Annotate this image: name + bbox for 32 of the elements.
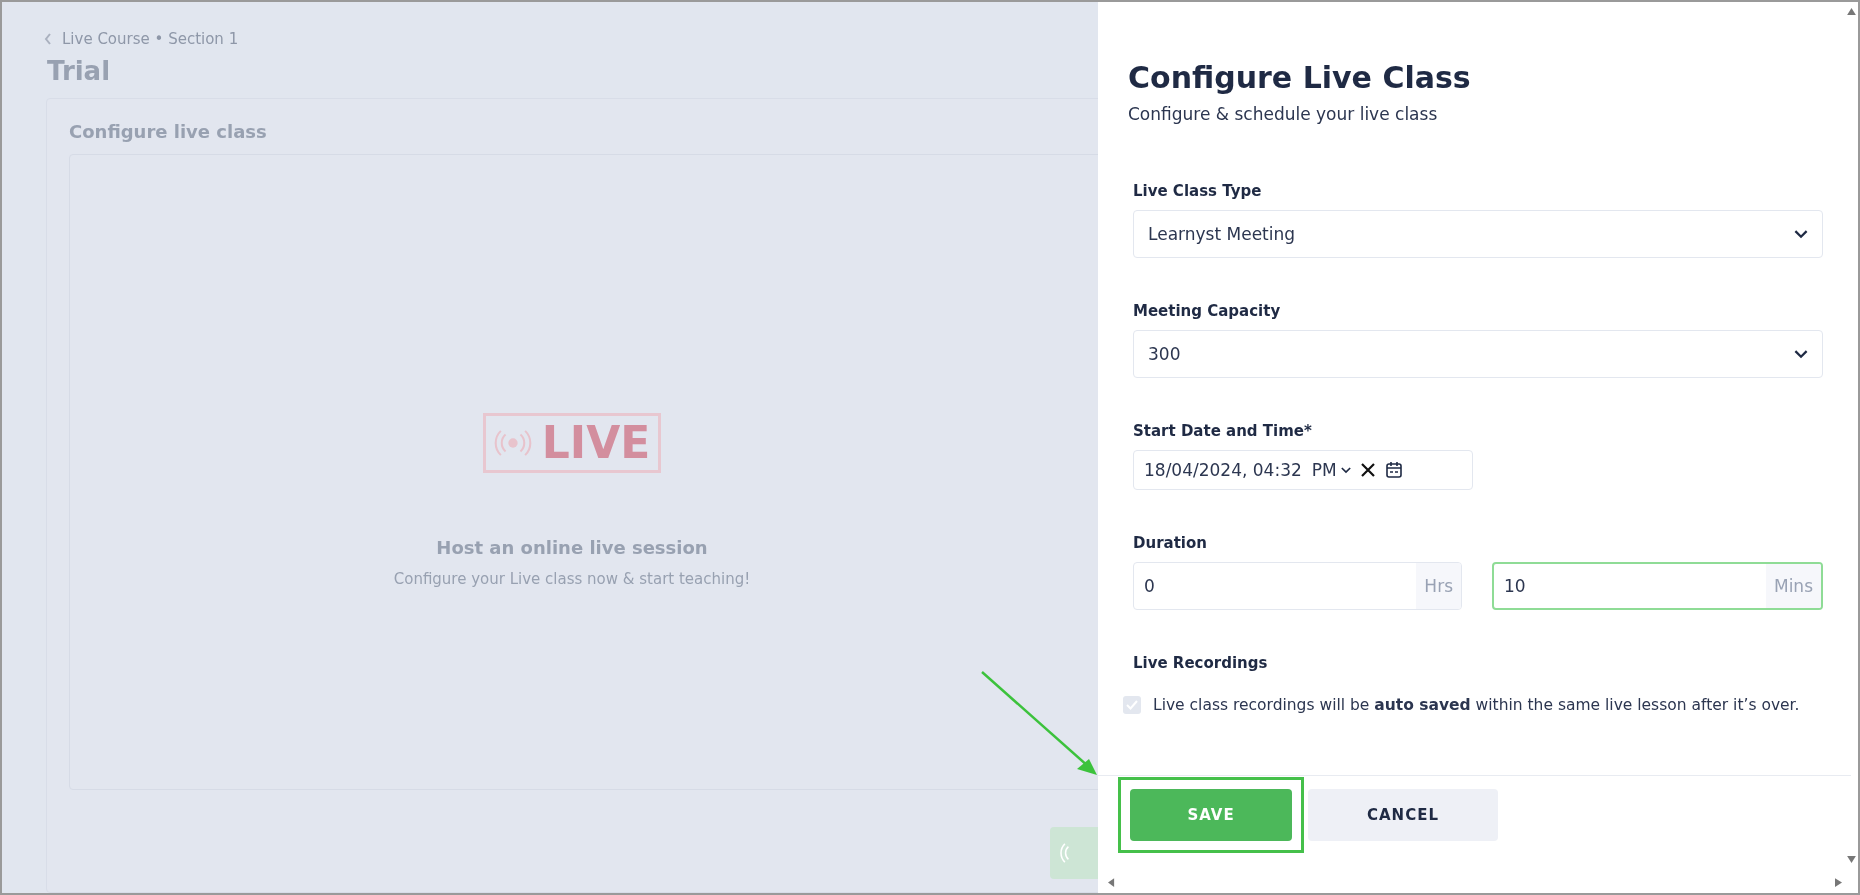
select-field[interactable]: 300 (1133, 330, 1823, 378)
live-badge: LIVE (482, 413, 662, 473)
field-label: Meeting Capacity (1133, 302, 1282, 320)
cancel-button[interactable]: CANCEL (1308, 789, 1498, 841)
drawer-subtitle: Configure & schedule your live class (1128, 104, 1439, 124)
field-label: Live Recordings (1133, 654, 1269, 672)
scroll-left-icon[interactable] (1108, 877, 1115, 887)
chevron-down-icon (1340, 466, 1351, 474)
datetime-field[interactable]: 18/04/2024, 04:32 PM (1133, 450, 1473, 490)
field-label: Live Class Type (1133, 182, 1263, 200)
checkbox-text: Live class recordings will be auto saved within the same live lesson after it’s over. (1153, 696, 1800, 714)
card-title: Configure live class (69, 121, 268, 142)
unit-label: Mins (1765, 564, 1821, 608)
empty-state-heading: Host an online live session (436, 537, 708, 558)
field-label: Start Date and Time* (1133, 422, 1313, 440)
chevron-down-icon (1794, 349, 1808, 359)
empty-state-text: Configure your Live class now & start teaching! (393, 570, 751, 588)
select-field[interactable]: Learnyst Meeting (1133, 210, 1823, 258)
page-title: Trial (47, 56, 111, 86)
scroll-down-icon[interactable] (1846, 856, 1856, 863)
drawer-title: Configure Live Class (1128, 60, 1472, 96)
broadcast-icon (493, 429, 532, 457)
unit-label: Hrs (1416, 563, 1461, 609)
period-select[interactable]: PM (1311, 460, 1351, 480)
scroll-up-icon[interactable] (1846, 8, 1856, 15)
field-label: Duration (1133, 534, 1208, 552)
duration-field[interactable]: 0 Hrs (1133, 562, 1462, 610)
close-icon[interactable] (1360, 463, 1375, 477)
duration-field[interactable]: 10 Mins (1492, 562, 1823, 610)
scroll-right-icon[interactable] (1835, 877, 1842, 887)
chevron-down-icon (1794, 229, 1808, 239)
calendar-icon[interactable] (1384, 461, 1403, 479)
